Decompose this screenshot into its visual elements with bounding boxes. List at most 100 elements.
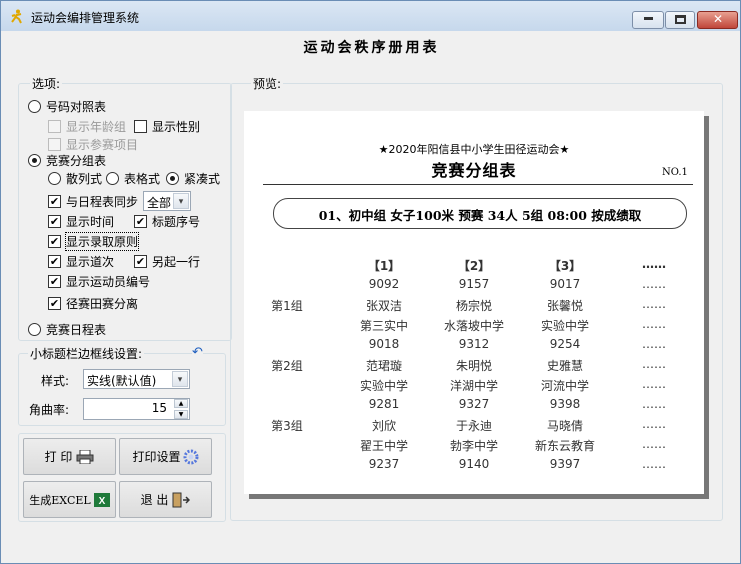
radio-layout-grid[interactable]: 表格式	[106, 170, 160, 186]
checkbox[interactable]: ✔	[48, 274, 61, 288]
preview-page: ★2020年阳信县中小学生田径运动会★ 竞赛分组表 NO.1 01、初中组 女子…	[244, 111, 704, 494]
checkbox[interactable]: ✔	[48, 214, 61, 228]
radius-label: 角曲率:	[29, 403, 70, 417]
exit-button[interactable]: 退 出	[119, 481, 212, 518]
heat-cell: 9157	[458, 277, 490, 291]
spin-down-icon[interactable]: ▼	[174, 410, 188, 419]
chevron-down-icon[interactable]: ▾	[173, 193, 189, 209]
heat-cell: 马晓倩	[546, 419, 583, 433]
border-style-select[interactable]: 实线(默认值) ▾	[83, 369, 190, 389]
checkbox[interactable]	[134, 119, 147, 133]
radio-circle[interactable]	[28, 99, 41, 113]
checkbox[interactable]: ✔	[134, 254, 147, 268]
heat-cell: ……	[642, 277, 666, 291]
export-excel-button[interactable]: 生成EXCEL X	[23, 481, 116, 518]
radio-schedule-table[interactable]: 竞赛日程表	[28, 321, 106, 337]
heat-cell: 于永迪	[455, 419, 492, 433]
check-new-line[interactable]: ✔ 另起一行	[134, 253, 200, 269]
heat-cell: ……	[642, 297, 666, 311]
heat-cell: 洋湖中学	[449, 379, 498, 393]
checkbox[interactable]: ✔	[48, 296, 61, 310]
minimize-icon	[644, 17, 653, 20]
heat-cell: 第三实中	[359, 319, 408, 333]
heat-cell: 9398	[549, 397, 581, 411]
svg-text:X: X	[98, 496, 105, 507]
chevron-down-icon[interactable]: ▾	[172, 371, 188, 387]
heat-row: 第三实中 水落坡中学 实验中学 ……	[244, 317, 704, 335]
title-bar[interactable]: 运动会编排管理系统 ✕	[1, 1, 740, 31]
page-number: NO.1	[662, 167, 688, 178]
radio-circle[interactable]	[28, 153, 41, 167]
minimize-button[interactable]	[632, 11, 664, 29]
heat-cell: 勃李中学	[449, 439, 498, 453]
maximize-button[interactable]	[665, 11, 695, 29]
radio-circle[interactable]	[48, 171, 61, 185]
heat-cell: 张馨悦	[546, 299, 583, 313]
heat-cell: ……	[642, 457, 666, 471]
lane-header-row: 【1】 【2】 【3】 ……	[244, 257, 704, 273]
check-field-event-split[interactable]: ✔ 径赛田赛分离	[48, 295, 138, 311]
check-show-admission[interactable]: ✔ 显示录取原则	[48, 231, 140, 251]
radius-value[interactable]: 15	[152, 401, 167, 415]
check-show-time[interactable]: ✔ 显示时间	[48, 213, 114, 229]
maximize-icon	[675, 15, 686, 24]
page-title: 运动会秩序册用表	[303, 40, 440, 56]
heat-cell: 9312	[458, 337, 490, 351]
heat-row: 9237 9140 9397 ……	[244, 457, 704, 475]
check-field-event-split-label: 径赛田赛分离	[66, 296, 139, 311]
check-show-events-label: 显示参赛项目	[66, 137, 139, 152]
heat-cell: 翟王中学	[359, 439, 408, 453]
check-show-athlete-no-label: 显示运动员编号	[66, 274, 151, 289]
radio-circle[interactable]	[166, 171, 179, 185]
radio-circle[interactable]	[28, 322, 41, 336]
table-title: 竞赛分组表	[431, 161, 517, 180]
heat-cell: 9254	[549, 337, 581, 351]
checkbox[interactable]: ✔	[48, 194, 61, 208]
print-button[interactable]: 打 印	[23, 438, 116, 475]
radius-spinner[interactable]: 15 ▲ ▼	[83, 398, 190, 420]
check-title-seq[interactable]: ✔ 标题序号	[134, 213, 200, 229]
undo-icon[interactable]: ↶	[192, 345, 203, 360]
check-show-events: 显示参赛项目	[48, 136, 138, 152]
spin-up-icon[interactable]: ▲	[174, 399, 188, 408]
check-show-lane[interactable]: ✔ 显示道次	[48, 253, 114, 269]
radio-grouping-table[interactable]: 竞赛分组表	[28, 152, 106, 168]
checkbox[interactable]: ✔	[134, 214, 147, 228]
heat-cell: 9237	[368, 457, 400, 471]
gear-icon	[183, 449, 198, 464]
radio-bib-table-label: 号码对照表	[46, 99, 107, 114]
check-show-athlete-no[interactable]: ✔ 显示运动员编号	[48, 273, 150, 289]
radio-layout-compact[interactable]: 紧凑式	[166, 170, 220, 186]
heat-cell: 史雅慧	[546, 359, 583, 373]
checkbox[interactable]: ✔	[48, 234, 61, 248]
subtitle-border-legend: 小标题栏边框线设置:	[28, 345, 145, 362]
heat-cell: 9017	[549, 277, 581, 291]
heat-cell: 杨宗悦	[455, 299, 492, 313]
heat-cell: 刘欣	[371, 419, 396, 433]
heat-cell: ……	[642, 317, 666, 331]
checkbox	[48, 119, 61, 133]
checkbox[interactable]: ✔	[48, 254, 61, 268]
sync-select[interactable]: 全部 ▾	[143, 191, 191, 211]
print-settings-button[interactable]: 打印设置	[119, 438, 212, 475]
heat-cell: 新东云教育	[534, 439, 595, 453]
check-show-time-label: 显示时间	[66, 214, 115, 229]
heat-cell: 9327	[458, 397, 490, 411]
heat-cell: 9092	[368, 277, 400, 291]
heat-cell: 9397	[549, 457, 581, 471]
check-show-age-group-label: 显示年龄组	[66, 119, 127, 134]
options-legend: 选项:	[30, 75, 63, 92]
printer-icon	[76, 449, 94, 464]
event-header: 01、初中组 女子100米 预赛 34人 5组 08:00 按成绩取	[318, 208, 642, 223]
radio-bib-table[interactable]: 号码对照表	[28, 98, 106, 114]
radio-circle[interactable]	[106, 171, 119, 185]
close-button[interactable]: ✕	[697, 11, 738, 29]
check-new-line-label: 另起一行	[152, 254, 201, 269]
check-sync-schedule[interactable]: ✔ 与日程表同步	[48, 193, 138, 209]
radio-schedule-table-label: 竞赛日程表	[46, 322, 107, 337]
radio-layout-scatter[interactable]: 散列式	[48, 170, 102, 186]
heat-cell: 实验中学	[359, 379, 408, 393]
heat-cell: ……	[642, 437, 666, 451]
check-show-gender[interactable]: 显示性别	[134, 118, 200, 134]
heat-row: 9018 9312 9254 ……	[244, 337, 704, 355]
